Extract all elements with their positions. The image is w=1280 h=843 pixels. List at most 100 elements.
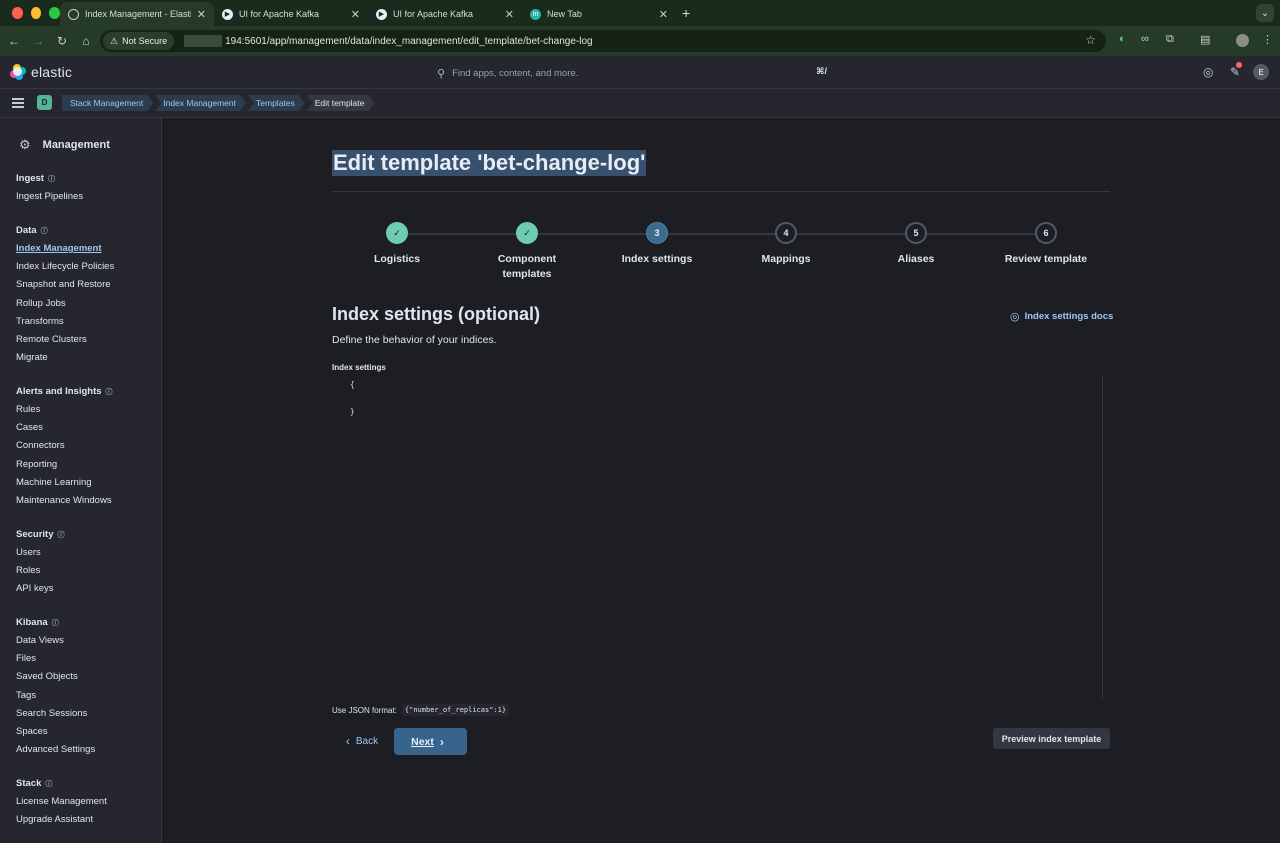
step-logistics[interactable]: ✓ Logistics [337, 222, 457, 267]
breadcrumb-templates[interactable]: Templates [248, 95, 305, 111]
step-mappings[interactable]: 4 Mappings [726, 222, 846, 267]
sidebar-item-license-management[interactable]: License Management [16, 795, 107, 813]
sidebar-item-reporting[interactable]: Reporting [16, 458, 113, 476]
index-settings-editor[interactable]: { } [332, 376, 1110, 698]
profile-avatar[interactable] [1236, 34, 1249, 47]
close-tab-icon[interactable]: ✕ [505, 8, 514, 21]
step-review-template[interactable]: 6 Review template [986, 222, 1106, 267]
elastic-logo[interactable]: elastic [10, 64, 72, 80]
url-text: 194:5601/app/management/data/index_manag… [225, 35, 593, 47]
sidebar-item-api-keys[interactable]: API keys [16, 582, 65, 600]
tab-search-chevron-icon[interactable]: ⌄ [1256, 4, 1274, 22]
warning-icon: ⚠ [110, 35, 119, 46]
reload-icon[interactable]: ↻ [50, 34, 74, 48]
extensions-puzzle-icon[interactable]: ⧉ [1166, 33, 1174, 46]
close-tab-icon[interactable]: ✕ [197, 8, 206, 21]
sidebar-item-users[interactable]: Users [16, 546, 65, 564]
page-title: Edit template 'bet-change-log' [332, 150, 647, 176]
menu-icon[interactable] [12, 98, 24, 108]
sidebar-item-migrate[interactable]: Migrate [16, 351, 114, 369]
user-avatar[interactable]: E [1253, 64, 1269, 80]
forward-arrow-icon[interactable]: → [26, 34, 50, 48]
maximize-window-button[interactable] [49, 7, 61, 19]
redacted-host [184, 35, 223, 47]
step-index-settings[interactable]: 3 Index settings [597, 222, 717, 267]
browser-tab[interactable]: Index Management - Elastic ✕ [60, 2, 214, 26]
main-content: Edit template 'bet-change-log' ✓ Logisti… [162, 118, 1280, 843]
browser-tab[interactable]: m New Tab ✕ [522, 2, 676, 26]
index-settings-docs-link[interactable]: ◎ Index settings docs [1010, 310, 1113, 323]
notification-badge [1236, 62, 1242, 68]
sidebar-item-saved-objects[interactable]: Saved Objects [16, 670, 95, 688]
editor-scrollbar[interactable] [1102, 376, 1103, 698]
minimize-window-button[interactable] [30, 7, 42, 19]
close-tab-icon[interactable]: ✕ [351, 8, 360, 21]
kafka-ui-icon: ▶ [376, 8, 387, 20]
sidebar-item-maintenance-windows[interactable]: Maintenance Windows [16, 494, 113, 512]
sidebar-item-roles[interactable]: Roles [16, 564, 65, 582]
editor-content[interactable]: { } [350, 378, 355, 419]
browser-toolbar: ← → ↻ ⌂ ⚠ Not Secure 194:5601/app/managem… [0, 26, 1280, 56]
back-button-label: Back [355, 735, 379, 747]
sidebar-group-title: Stack [16, 778, 42, 789]
sidebar-item-rollup-jobs[interactable]: Rollup Jobs [16, 297, 114, 315]
browser-tab[interactable]: ▶ UI for Apache Kafka ✕ [214, 2, 368, 26]
sidebar-group-ingest: Ingest ⓘ Ingest Pipelines [16, 173, 83, 208]
browser-tab[interactable]: ▶ UI for Apache Kafka ✕ [368, 2, 522, 26]
search-shortcut: ⌘/ [816, 66, 827, 76]
step-number: 6 [1035, 222, 1057, 244]
side-panel-icon[interactable]: ▤ [1200, 33, 1210, 46]
back-arrow-icon[interactable]: ← [2, 34, 26, 48]
search-input[interactable]: Find apps, content, and more. [452, 68, 578, 79]
address-bar[interactable]: ⚠ Not Secure 194:5601/app/management/data… [100, 30, 1106, 52]
step-component-templates[interactable]: ✓ Component templates [467, 222, 587, 282]
sidebar-item-ingest-pipelines[interactable]: Ingest Pipelines [16, 190, 83, 208]
step-number: 4 [775, 222, 797, 244]
sidebar-item-data-views[interactable]: Data Views [16, 634, 95, 652]
sidebar-item-rules[interactable]: Rules [16, 403, 113, 421]
sidebar-item-transforms[interactable]: Transforms [16, 315, 114, 333]
bookmark-star-icon[interactable]: ☆ [1085, 33, 1096, 47]
sidebar-group-alerts: Alerts and Insights ⓘ Rules Cases Connect… [16, 386, 113, 512]
space-avatar[interactable]: D [37, 95, 52, 110]
sidebar-item-snapshot-and-restore[interactable]: Snapshot and Restore [16, 278, 114, 296]
global-search[interactable]: ⚲ Find apps, content, and more. ⌘/ [437, 62, 837, 84]
sidebar-item-remote-clusters[interactable]: Remote Clusters [16, 333, 114, 351]
step-aliases[interactable]: 5 Aliases [856, 222, 976, 267]
sidebar-item-upgrade-assistant[interactable]: Upgrade Assistant [16, 813, 107, 831]
breadcrumb-stack-management[interactable]: Stack Management [62, 95, 153, 111]
close-tab-icon[interactable]: ✕ [659, 8, 668, 21]
sidebar-item-index-lifecycle-policies[interactable]: Index Lifecycle Policies [16, 260, 114, 278]
tab-title: Index Management - Elastic [85, 9, 191, 19]
sidebar-item-spaces[interactable]: Spaces [16, 725, 95, 743]
info-icon: ⓘ [51, 619, 59, 627]
browser-menu-icon[interactable]: ⋮ [1262, 33, 1273, 46]
next-button[interactable]: Next › [394, 728, 467, 755]
home-icon[interactable]: ⌂ [74, 34, 98, 48]
step-number: 5 [905, 222, 927, 244]
sidebar-group-title: Alerts and Insights [16, 386, 102, 397]
extension-icon[interactable]: ∞ [1141, 33, 1149, 45]
sidebar-group-title: Data [16, 225, 37, 236]
sidebar-item-machine-learning[interactable]: Machine Learning [16, 476, 113, 494]
sidebar-item-search-sessions[interactable]: Search Sessions [16, 707, 95, 725]
sidebar-item-advanced-settings[interactable]: Advanced Settings [16, 743, 95, 761]
breadcrumb-edit-template: Edit template [307, 95, 375, 111]
help-globe-icon[interactable]: ◎ [1203, 65, 1213, 79]
tab-title: UI for Apache Kafka [393, 9, 474, 19]
sidebar-item-files[interactable]: Files [16, 652, 95, 670]
sidebar-item-index-management[interactable]: Index Management [16, 242, 114, 260]
preview-index-template-button[interactable]: Preview index template [993, 728, 1110, 749]
section-description: Define the behavior of your indices. [332, 334, 497, 346]
sidebar-item-tags[interactable]: Tags [16, 689, 95, 707]
new-tab-button[interactable]: + [682, 5, 690, 21]
breadcrumb-index-management[interactable]: Index Management [155, 95, 246, 111]
sidebar-item-connectors[interactable]: Connectors [16, 439, 113, 457]
security-indicator[interactable]: ⚠ Not Secure [103, 32, 175, 50]
step-number: 3 [646, 222, 668, 244]
extension-icon[interactable]: ◐ [1119, 33, 1126, 45]
back-button[interactable]: ‹ Back [332, 728, 386, 754]
sidebar-item-cases[interactable]: Cases [16, 421, 113, 439]
close-window-button[interactable] [12, 7, 23, 19]
chevron-left-icon: ‹ [345, 734, 350, 748]
